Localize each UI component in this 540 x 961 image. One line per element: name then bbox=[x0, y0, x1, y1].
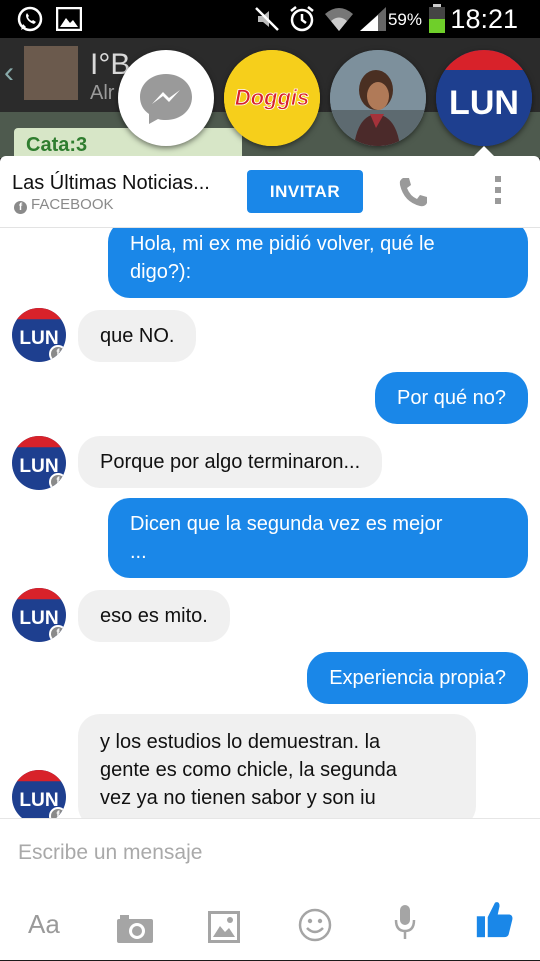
alarm-icon bbox=[290, 6, 314, 32]
camera-icon[interactable] bbox=[116, 909, 154, 949]
message-line: que NO. bbox=[100, 325, 175, 347]
conversation-header: Las Últimas Noticias... f FACEBOOK INVITA… bbox=[0, 156, 540, 228]
message-incoming[interactable]: eso es mito. bbox=[78, 590, 230, 642]
message-line: Por qué no? bbox=[397, 387, 506, 409]
person-avatar bbox=[330, 50, 426, 146]
phone-icon[interactable] bbox=[394, 174, 434, 210]
chat-head-lun[interactable]: LUN bbox=[436, 50, 532, 146]
doggis-logo: Doggis bbox=[224, 50, 320, 146]
message-outgoing[interactable]: Por qué no? bbox=[375, 372, 528, 424]
message-line: Hola, mi ex me pidió volver, qué le bbox=[130, 233, 435, 255]
wifi-icon bbox=[325, 8, 353, 31]
message-line: gente es como chicle, la segunda bbox=[100, 759, 397, 781]
back-icon: ‹ bbox=[4, 56, 14, 89]
facebook-icon: f bbox=[14, 201, 27, 214]
image-icon bbox=[56, 7, 82, 31]
message-incoming[interactable]: y los estudios lo demuestran. la gente e… bbox=[78, 714, 476, 818]
like-icon[interactable] bbox=[474, 899, 516, 939]
message-outgoing[interactable]: Experiencia propia? bbox=[307, 652, 528, 704]
message-line: Experiencia propia? bbox=[329, 667, 506, 689]
whatsapp-icon bbox=[17, 6, 43, 32]
message-incoming[interactable]: que NO. bbox=[78, 310, 197, 362]
message-line: y los estudios lo demuestran. la bbox=[100, 731, 381, 753]
sender-avatar[interactable]: LUN f bbox=[12, 588, 66, 642]
sender-avatar[interactable]: LUN f bbox=[12, 770, 66, 818]
group-avatar bbox=[24, 46, 78, 100]
message-line: eso es mito. bbox=[100, 605, 208, 627]
chat-head-doggis[interactable]: Doggis bbox=[224, 50, 320, 146]
text-format-button[interactable]: Aa bbox=[28, 909, 60, 949]
more-options-icon[interactable] bbox=[488, 174, 508, 210]
conversation-source: f FACEBOOK bbox=[14, 196, 114, 214]
chat-head-messenger[interactable] bbox=[118, 50, 214, 146]
battery-icon bbox=[429, 4, 445, 33]
message-outgoing[interactable]: Dicen que la segunda vez es mejor ... bbox=[108, 498, 528, 578]
microphone-icon[interactable] bbox=[394, 903, 416, 943]
emoji-icon[interactable] bbox=[298, 905, 332, 945]
facebook-badge-icon: f bbox=[49, 345, 66, 362]
facebook-badge-icon: f bbox=[49, 807, 66, 818]
battery-percent: 59% bbox=[387, 10, 422, 29]
signal-icon bbox=[360, 7, 386, 31]
active-head-caret bbox=[474, 146, 494, 156]
lun-logo: LUN bbox=[436, 50, 532, 146]
message-incoming[interactable]: Porque por algo terminaron... bbox=[78, 436, 383, 488]
message-outgoing[interactable]: Hola, mi ex me pidió volver, qué le digo… bbox=[108, 228, 528, 298]
composer-toolbar: Aa bbox=[0, 889, 540, 961]
message-line: Dicen que la segunda vez es mejor bbox=[130, 513, 443, 535]
conversation-name[interactable]: Las Últimas Noticias... bbox=[12, 172, 210, 195]
facebook-badge-icon: f bbox=[49, 473, 66, 490]
invite-button[interactable]: INVITAR bbox=[247, 170, 363, 213]
conversation-source-label: FACEBOOK bbox=[31, 196, 114, 213]
composer: Escribe un mensaje Aa bbox=[0, 818, 540, 960]
facebook-badge-icon: f bbox=[49, 625, 66, 642]
gallery-icon[interactable] bbox=[208, 907, 240, 947]
message-line: vez ya no tienen sabor y son iu bbox=[100, 787, 376, 809]
message-line: digo?): bbox=[130, 261, 192, 283]
sender-avatar[interactable]: LUN f bbox=[12, 436, 66, 490]
message-line: ... bbox=[130, 541, 147, 563]
status-bar: 59% 18:21 bbox=[0, 0, 540, 38]
sender-avatar[interactable]: LUN f bbox=[12, 308, 66, 362]
chat-panel: Las Últimas Noticias... f FACEBOOK INVITA… bbox=[0, 156, 540, 960]
message-input[interactable]: Escribe un mensaje bbox=[18, 841, 202, 865]
chat-head-person[interactable] bbox=[330, 50, 426, 146]
clock: 18:21 bbox=[450, 4, 518, 34]
lun-logo-text: LUN bbox=[449, 84, 519, 122]
mute-icon bbox=[255, 7, 279, 31]
messenger-icon bbox=[140, 74, 192, 124]
message-thread[interactable]: Hola, mi ex me pidió volver, qué le digo… bbox=[0, 228, 540, 818]
doggis-logo-text: Doggis bbox=[235, 85, 310, 110]
background-chat-subtitle: Alr bbox=[90, 82, 115, 104]
message-line: Porque por algo terminaron... bbox=[100, 451, 361, 473]
